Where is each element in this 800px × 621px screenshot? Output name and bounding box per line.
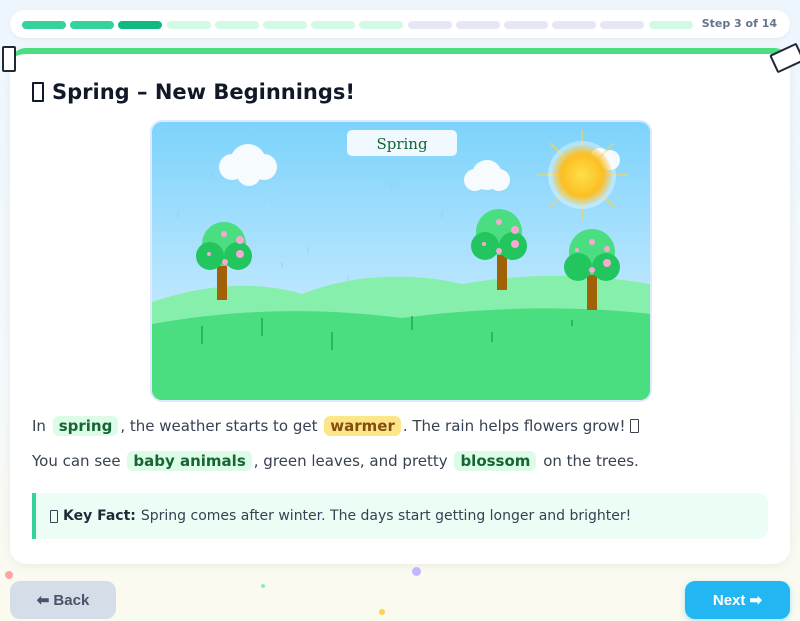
paragraph-text: , green leaves, and pretty — [253, 452, 448, 470]
keyword-spring[interactable]: spring — [52, 416, 119, 436]
progress-segment-5 — [215, 21, 259, 29]
progress-segment-13 — [600, 21, 644, 29]
keyword-warmer[interactable]: warmer — [324, 416, 401, 436]
sun-icon — [537, 130, 628, 220]
lesson-card: Spring – New Beginnings! Spring In sprin… — [10, 48, 790, 564]
lesson-paragraph-1: In spring , the weather starts to get wa… — [32, 416, 639, 436]
key-fact-label: Key Fact: — [63, 508, 136, 524]
progress-segment-10 — [456, 21, 500, 29]
rain-icon — [629, 419, 639, 433]
spring-scene-illustration: Spring — [150, 120, 652, 402]
confetti-dot — [261, 584, 265, 588]
progress-segment-7 — [311, 21, 355, 29]
progress-segment-6 — [263, 21, 307, 29]
key-fact-text: Spring comes after winter. The days star… — [140, 508, 632, 524]
front-hill — [152, 308, 650, 400]
key-fact-box: Key Fact: Spring comes after winter. The… — [32, 493, 768, 539]
sticker-icon — [2, 46, 16, 72]
lesson-title-text: Spring – New Beginnings! — [52, 80, 355, 104]
progress-segment-2 — [70, 21, 114, 29]
lesson-paragraph-2: You can see baby animals , green leaves,… — [32, 451, 639, 471]
confetti-dot — [379, 609, 385, 615]
next-button[interactable]: Next ➡ — [685, 581, 790, 619]
progress-segment-1 — [22, 21, 66, 29]
flower-icon — [32, 82, 44, 102]
confetti-dot — [5, 571, 13, 579]
step-counter: Step 3 of 14 — [701, 17, 777, 30]
paragraph-text: on the trees. — [543, 452, 639, 470]
progress-segment-9 — [408, 21, 452, 29]
confetti-dot — [412, 567, 421, 576]
progress-segment-12 — [552, 21, 596, 29]
paragraph-text: In — [32, 417, 46, 435]
progress-segment-14 — [649, 21, 693, 29]
lesson-title: Spring – New Beginnings! — [32, 80, 355, 104]
keyword-baby-animals[interactable]: baby animals — [127, 451, 252, 471]
keyword-blossom[interactable]: blossom — [454, 451, 537, 471]
progress-bar: Step 3 of 14 — [10, 10, 790, 38]
lightbulb-icon — [50, 509, 58, 523]
paragraph-text: You can see — [32, 452, 121, 470]
progress-segment-11 — [504, 21, 548, 29]
progress-segment-3 — [118, 21, 162, 29]
progress-segment-4 — [167, 21, 211, 29]
back-button[interactable]: ⬅ Back — [10, 581, 116, 619]
scene-label: Spring — [376, 135, 428, 153]
paragraph-text: . The rain helps flowers grow! — [402, 417, 626, 435]
progress-segment-8 — [359, 21, 403, 29]
spring-scene-svg: Spring — [152, 122, 650, 400]
paragraph-text: , the weather starts to get — [120, 417, 318, 435]
